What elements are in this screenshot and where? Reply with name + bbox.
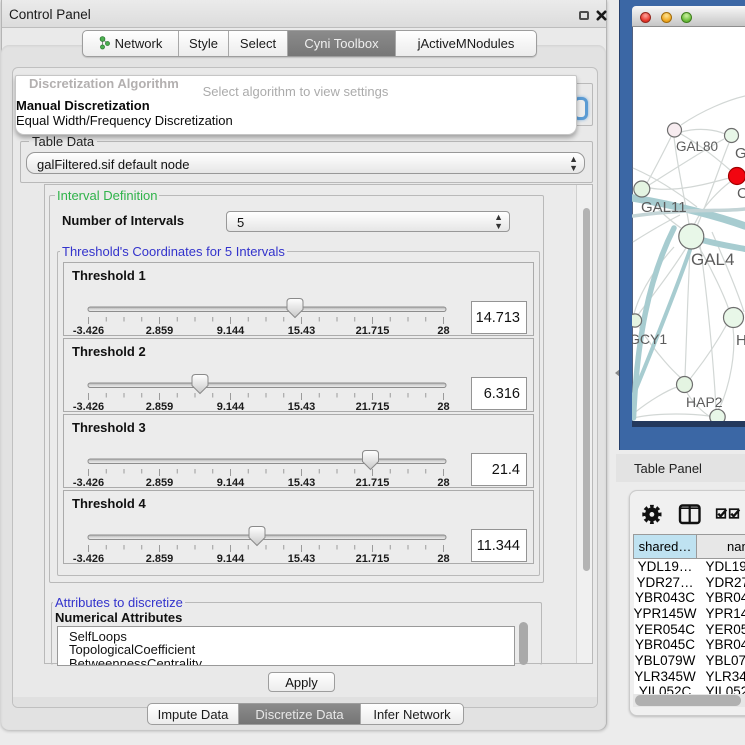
svg-text:-3.426: -3.426 (73, 401, 104, 413)
svg-text:2.859: 2.859 (146, 325, 174, 337)
svg-text:21.715: 21.715 (356, 325, 390, 337)
svg-text:GAL11: GAL11 (641, 199, 687, 216)
svg-text:15.43: 15.43 (288, 477, 316, 489)
svg-text:9.144: 9.144 (217, 325, 245, 337)
svg-text:2.859: 2.859 (146, 401, 174, 413)
svg-text:GCY1: GCY1 (632, 331, 667, 347)
svg-text:15.43: 15.43 (288, 325, 316, 337)
svg-text:-3.426: -3.426 (73, 553, 104, 565)
svg-text:2.859: 2.859 (146, 477, 174, 489)
svg-text:-3.426: -3.426 (73, 325, 104, 337)
svg-text:-3.426: -3.426 (73, 477, 104, 489)
svg-text:C: C (737, 185, 745, 202)
svg-text:21.715: 21.715 (356, 477, 390, 489)
svg-text:21.715: 21.715 (356, 553, 390, 565)
svg-text:GAL4: GAL4 (691, 250, 734, 269)
svg-text:9.144: 9.144 (217, 477, 245, 489)
svg-text:28: 28 (437, 325, 449, 337)
svg-text:15.43: 15.43 (288, 401, 316, 413)
svg-text:21.715: 21.715 (356, 401, 390, 413)
svg-text:9.144: 9.144 (217, 553, 245, 565)
svg-text:9.144: 9.144 (217, 401, 245, 413)
svg-text:GAL80: GAL80 (676, 139, 718, 154)
svg-text:15.43: 15.43 (288, 553, 316, 565)
svg-text:HAP2: HAP2 (686, 394, 723, 410)
svg-text:28: 28 (437, 477, 449, 489)
svg-text:H: H (736, 332, 745, 349)
svg-text:28: 28 (437, 553, 449, 565)
svg-text:G: G (735, 145, 745, 162)
svg-text:28: 28 (437, 401, 449, 413)
svg-text:2.859: 2.859 (146, 553, 174, 565)
